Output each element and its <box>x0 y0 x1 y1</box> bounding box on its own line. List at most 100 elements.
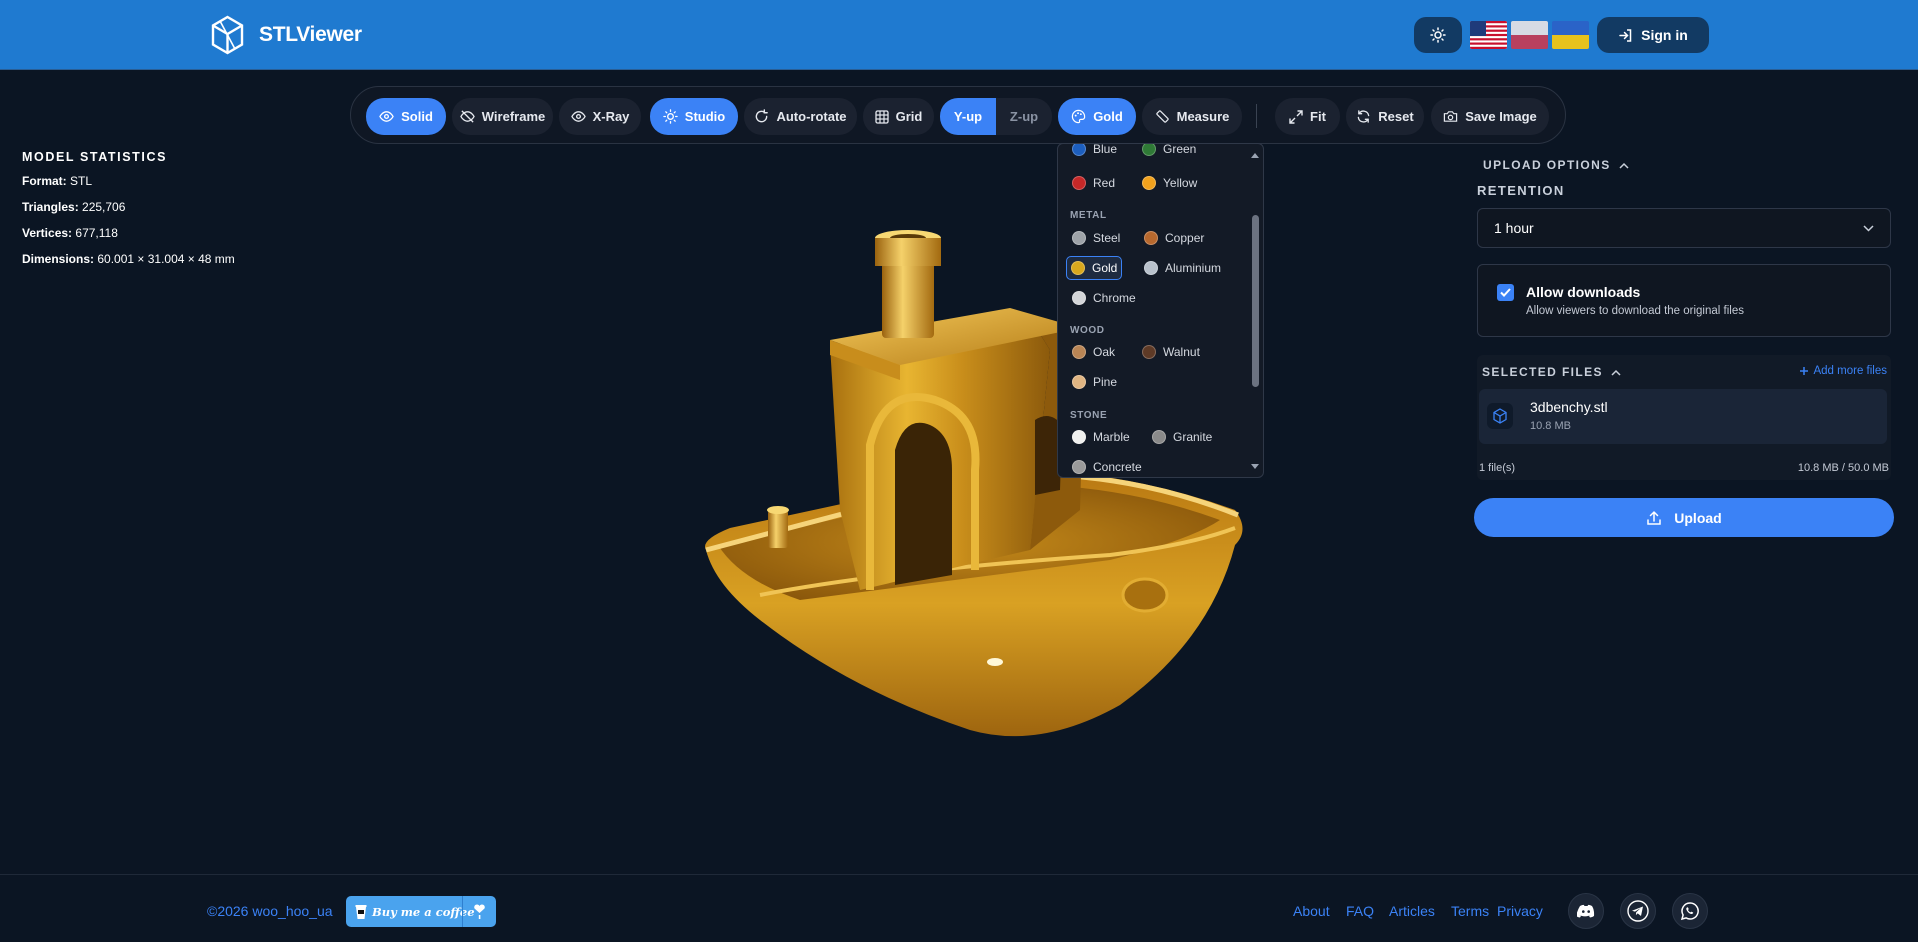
z-up-option[interactable]: Z-up <box>996 98 1052 135</box>
material-red[interactable]: Red <box>1068 171 1119 195</box>
sun-icon <box>1430 27 1446 43</box>
fit-button[interactable]: Fit <box>1275 98 1340 135</box>
material-yellow[interactable]: Yellow <box>1138 171 1201 195</box>
material-gold[interactable]: Gold <box>1066 256 1123 280</box>
material-aluminium[interactable]: Aluminium <box>1140 256 1225 280</box>
scroll-up-icon[interactable] <box>1249 150 1261 160</box>
color-swatch <box>1071 261 1085 275</box>
y-up-option[interactable]: Y-up <box>940 98 996 135</box>
eye-off-icon <box>459 110 475 123</box>
footer-link-faq[interactable]: FAQ <box>1346 903 1374 919</box>
stat-format-label: Format: <box>22 174 67 188</box>
retention-label: RETENTION <box>1477 183 1565 198</box>
rotate-icon <box>756 109 769 123</box>
solid-button[interactable]: Solid <box>366 98 446 135</box>
app-title: STLViewer <box>259 23 362 46</box>
material-chrome[interactable]: Chrome <box>1068 286 1140 310</box>
stats-title: MODEL STATISTICS <box>22 150 168 164</box>
color-swatch <box>1072 345 1086 359</box>
header: STLViewer Sign in <box>0 0 1918 70</box>
upload-button[interactable]: Upload <box>1474 498 1894 537</box>
discord-button[interactable] <box>1568 893 1604 929</box>
xray-label: X-Ray <box>592 109 630 124</box>
buy-me-a-coffee-button[interactable]: Buy me a coffee <box>346 896 496 927</box>
file-name: 3dbenchy.stl <box>1530 399 1608 415</box>
file-count: 1 file(s) <box>1479 462 1516 474</box>
footer-link-articles[interactable]: Articles <box>1389 903 1435 919</box>
maximize-icon <box>1289 109 1303 124</box>
material-pine[interactable]: Pine <box>1068 370 1121 394</box>
eye-icon <box>379 111 394 122</box>
allow-downloads-option[interactable]: Allow downloads Allow viewers to downloa… <box>1477 264 1891 337</box>
selected-files-header[interactable]: SELECTED FILES <box>1482 365 1621 379</box>
allow-downloads-description: Allow viewers to download the original f… <box>1526 305 1744 317</box>
material-marble[interactable]: Marble <box>1068 425 1134 449</box>
grid-icon <box>874 109 889 124</box>
material-oak[interactable]: Oak <box>1068 340 1119 364</box>
grid-button[interactable]: Grid <box>863 98 934 135</box>
material-button[interactable]: Gold <box>1058 98 1136 135</box>
color-swatch <box>1072 460 1086 474</box>
material-concrete[interactable]: Concrete <box>1068 455 1146 477</box>
studio-button[interactable]: Studio <box>650 98 738 135</box>
color-swatch <box>1142 345 1156 359</box>
upload-options-title: UPLOAD OPTIONS <box>1483 158 1611 172</box>
file-item[interactable]: 3dbenchy.stl 10.8 MB <box>1479 389 1887 444</box>
add-more-files-link[interactable]: Add more files <box>1799 365 1887 377</box>
category-metal: METAL <box>1070 210 1107 221</box>
us-flag[interactable] <box>1470 21 1507 49</box>
material-blue[interactable]: Blue <box>1068 144 1121 161</box>
color-swatch <box>1144 261 1158 275</box>
measure-button[interactable]: Measure <box>1142 98 1242 135</box>
material-green-label: Green <box>1163 144 1197 156</box>
xray-button[interactable]: X-Ray <box>559 98 641 135</box>
sign-in-button[interactable]: Sign in <box>1597 17 1709 53</box>
material-steel[interactable]: Steel <box>1068 226 1124 250</box>
upload-label: Upload <box>1674 509 1722 526</box>
refresh-icon <box>1357 110 1370 123</box>
material-copper[interactable]: Copper <box>1140 226 1208 250</box>
allow-downloads-checkbox[interactable] <box>1497 284 1514 301</box>
scrollbar-thumb[interactable] <box>1252 215 1259 387</box>
material-granite[interactable]: Granite <box>1148 425 1216 449</box>
discord-icon <box>1577 904 1595 918</box>
footer-link-terms[interactable]: Terms <box>1451 903 1489 919</box>
color-swatch <box>1072 430 1086 444</box>
material-pine-label: Pine <box>1093 375 1118 389</box>
copyright: ©2026 woo_hoo_ua <box>207 903 333 919</box>
ua-flag[interactable] <box>1552 21 1589 49</box>
material-yellow-label: Yellow <box>1163 176 1198 190</box>
wireframe-button[interactable]: Wireframe <box>452 98 553 135</box>
toolbar-divider <box>1256 104 1257 128</box>
material-dropdown[interactable]: Blue Green Red Yellow METAL Steel Copper… <box>1057 143 1264 478</box>
auto-rotate-button[interactable]: Auto-rotate <box>744 98 857 135</box>
scroll-down-icon[interactable] <box>1249 462 1261 472</box>
material-walnut[interactable]: Walnut <box>1138 340 1204 364</box>
footer-link-about[interactable]: About <box>1293 903 1330 919</box>
auto-rotate-label: Auto-rotate <box>776 109 847 124</box>
measure-label: Measure <box>1176 109 1230 124</box>
stat-vertices-label: Vertices: <box>22 226 73 240</box>
file-icon <box>1487 403 1513 429</box>
telegram-button[interactable] <box>1620 893 1656 929</box>
whatsapp-button[interactable] <box>1672 893 1708 929</box>
chevron-up-icon <box>1619 162 1629 169</box>
category-wood: WOOD <box>1070 325 1105 336</box>
upload-options-header[interactable]: UPLOAD OPTIONS <box>1483 158 1629 172</box>
stat-format: Format: STL <box>22 174 235 190</box>
theme-toggle-button[interactable] <box>1414 17 1462 53</box>
pl-flag[interactable] <box>1511 21 1548 49</box>
save-image-label: Save Image <box>1465 109 1537 124</box>
dropdown-scrollbar[interactable] <box>1249 150 1261 472</box>
material-green[interactable]: Green <box>1138 144 1200 161</box>
reset-label: Reset <box>1378 109 1414 124</box>
retention-select[interactable]: 1 hour <box>1477 208 1891 248</box>
footer-link-privacy[interactable]: Privacy <box>1497 903 1543 919</box>
stat-dimensions: Dimensions: 60.001 × 31.004 × 48 mm <box>22 252 235 268</box>
reset-button[interactable]: Reset <box>1346 98 1424 135</box>
save-image-button[interactable]: Save Image <box>1431 98 1549 135</box>
material-chrome-label: Chrome <box>1093 291 1136 305</box>
file-size-total: 10.8 MB / 50.0 MB <box>1797 462 1889 474</box>
logo[interactable]: STLViewer <box>210 15 362 55</box>
stat-vertices: Vertices: 677,118 <box>22 226 235 242</box>
